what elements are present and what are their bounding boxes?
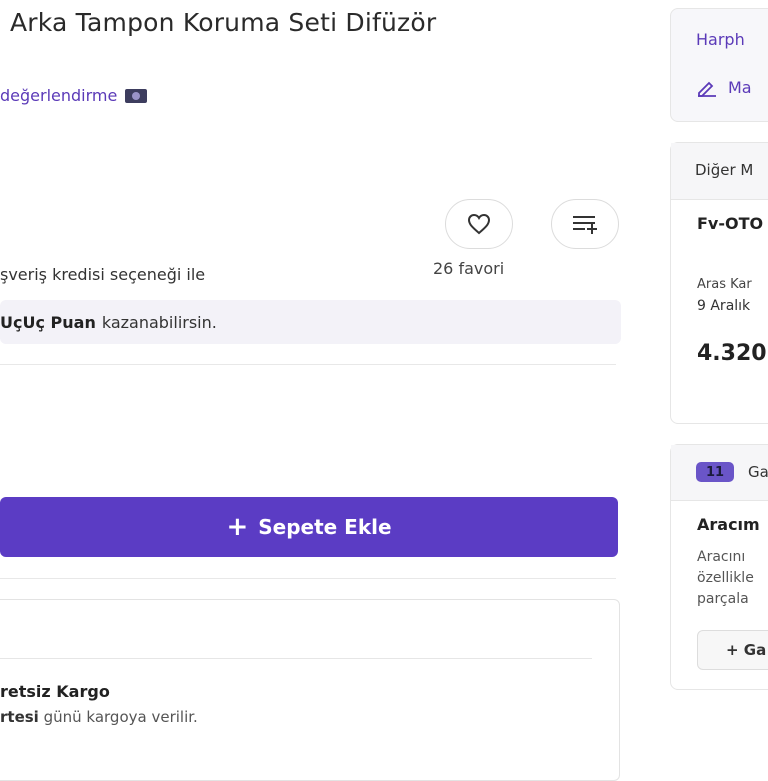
cargo-dispatch-label: günü kargoya verilir. — [43, 708, 198, 726]
other-seller-price: 4.320 — [697, 341, 767, 366]
message-seller-label: Ma — [728, 78, 752, 97]
favorite-button[interactable] — [445, 199, 513, 249]
divider — [0, 578, 616, 579]
cargo-day: rtesi — [0, 708, 39, 726]
favorite-count: 26 favori — [433, 259, 505, 278]
camera-icon — [125, 88, 148, 103]
ratings-label: değerlendirme — [0, 86, 118, 105]
other-seller-shipping: Aras Kar — [697, 277, 752, 292]
cargo-dispatch-text: rtesi günü kargoya verilir. — [0, 708, 198, 726]
garage-description: Aracını özellikle parçala — [697, 547, 754, 610]
seller-panel — [670, 8, 768, 122]
points-text: kazanabilirsin. — [101, 312, 217, 332]
other-seller-date: 9 Aralık — [697, 298, 751, 314]
garage-car-icon: 11 — [696, 462, 734, 482]
add-to-cart-button[interactable]: + Sepete Ekle — [0, 497, 618, 557]
other-sellers-title: Diğer M — [695, 161, 754, 179]
garage-desc-line: özellikle — [697, 570, 754, 586]
divider — [0, 658, 592, 659]
other-seller-name[interactable]: Fv-OTO — [697, 214, 763, 233]
plus-icon: + — [226, 512, 249, 542]
add-to-garage-button[interactable]: + Ga — [697, 630, 768, 670]
free-cargo-title: retsiz Kargo — [0, 682, 110, 701]
credit-option-text: şveriş kredisi seçeneği ile — [0, 265, 206, 284]
points-name: UçUç Puan — [0, 312, 96, 332]
add-to-cart-label: Sepete Ekle — [258, 515, 392, 539]
divider — [0, 364, 616, 365]
points-banner: UçUç Puan kazanabilirsin. — [0, 300, 621, 344]
add-list-icon — [573, 216, 597, 234]
garage-desc-line: parçala — [697, 591, 749, 607]
ratings-link[interactable]: değerlendirme — [0, 86, 148, 105]
message-seller-link[interactable]: Ma — [696, 78, 752, 97]
seller-name-link[interactable]: Harph — [696, 30, 745, 49]
pencil-icon — [698, 81, 716, 97]
garage-title: Ga — [748, 463, 768, 481]
add-to-list-button[interactable] — [551, 199, 619, 249]
product-title: Arka Tampon Koruma Seti Difüzör — [10, 8, 437, 37]
garage-subtitle: Aracım — [697, 515, 760, 534]
heart-icon — [467, 213, 491, 235]
garage-desc-line: Aracını — [697, 549, 746, 565]
